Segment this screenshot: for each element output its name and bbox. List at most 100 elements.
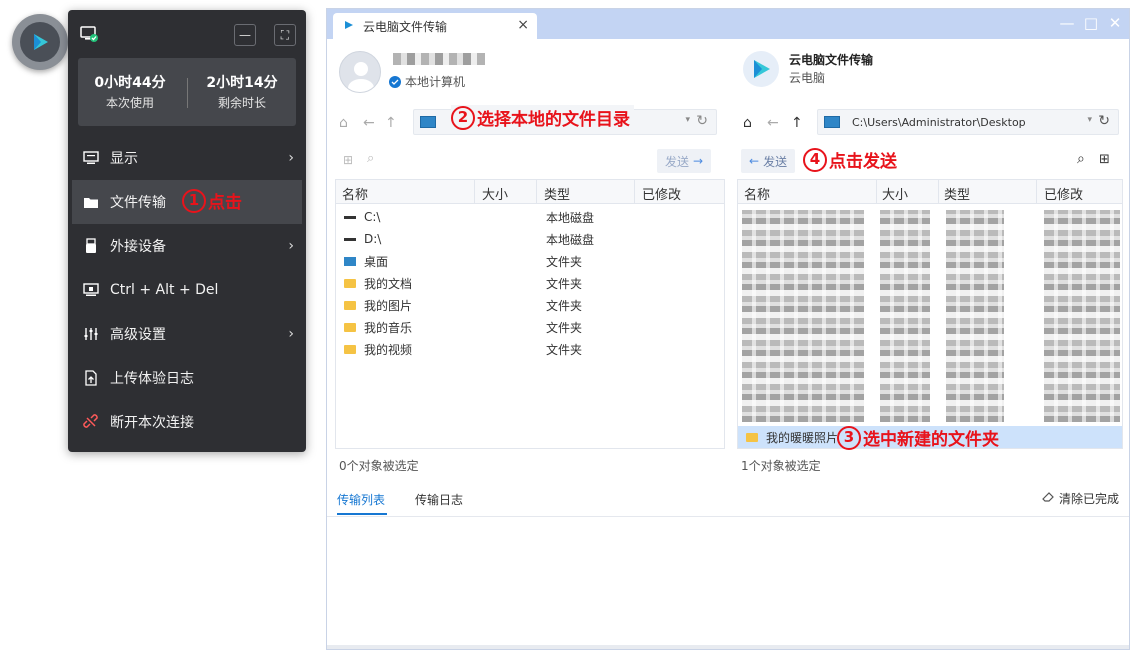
- menu-item-ctrl-alt-del[interactable]: Ctrl + Alt + Del: [68, 268, 306, 312]
- send-label: 发送: [763, 154, 788, 169]
- window-titlebar: 云电脑文件传输 × — □ ✕: [327, 9, 1129, 39]
- desktop-folder-icon: [344, 256, 356, 266]
- dropdown-icon[interactable]: ▾: [685, 115, 690, 125]
- home-icon[interactable]: ⌂: [743, 115, 752, 131]
- column-name[interactable]: 名称: [342, 184, 368, 203]
- local-pane-header: 本地计算机: [327, 39, 729, 99]
- clear-completed-button[interactable]: 清除已完成: [1042, 490, 1119, 507]
- dropdown-icon[interactable]: ▾: [1087, 115, 1092, 125]
- blurred-file-types: [946, 210, 1004, 422]
- blurred-username: [393, 53, 485, 65]
- folder-icon: [746, 432, 758, 442]
- menu-item-external-devices[interactable]: 外接设备 ›: [68, 224, 306, 268]
- annotation-number: 3: [837, 425, 861, 450]
- file-type: 文件夹: [546, 342, 583, 357]
- remote-address-text: C:\Users\Administrator\Desktop: [852, 115, 1026, 129]
- remote-address-bar[interactable]: C:\Users\Administrator\Desktop ▾ ↻: [817, 109, 1119, 135]
- file-name: 桌面: [364, 254, 389, 269]
- window-minimize-button[interactable]: —: [1057, 14, 1077, 32]
- file-name: 我的音乐: [364, 320, 413, 335]
- local-toolbar: ⊞ ⌕ 发送 →: [327, 147, 729, 177]
- column-size[interactable]: 大小: [882, 184, 908, 203]
- usage-used-label: 本次使用: [105, 96, 154, 110]
- drive-icon: [344, 215, 356, 219]
- remote-selection-status: 1个对象被选定: [741, 459, 821, 473]
- app-tab-icon: [343, 19, 355, 34]
- table-row[interactable]: 我的音乐 文件夹: [336, 316, 724, 338]
- annotation-text: 选中新建的文件夹: [863, 430, 999, 450]
- back-arrow-icon[interactable]: ←: [363, 115, 375, 131]
- chevron-right-icon: ›: [288, 238, 294, 254]
- annotation-number: 2: [451, 105, 475, 130]
- tab-file-transfer[interactable]: 云电脑文件传输 ×: [333, 13, 537, 39]
- verified-icon: [389, 75, 401, 88]
- usage-remaining-label: 剩余时长: [217, 96, 266, 110]
- new-folder-icon[interactable]: ⊞: [1099, 152, 1110, 167]
- annotation-text: 选择本地的文件目录: [477, 110, 630, 130]
- broken-link-icon: [82, 413, 100, 431]
- menu-item-label: 文件传输: [110, 195, 166, 211]
- menu-item-disconnect[interactable]: 断开本次连接: [68, 400, 306, 444]
- menu-minimize-button[interactable]: —: [234, 24, 256, 46]
- menu-item-upload-log[interactable]: 上传体验日志: [68, 356, 306, 400]
- file-name: 我的暖暖照片: [766, 430, 839, 445]
- refresh-icon[interactable]: ↻: [696, 113, 708, 129]
- monitor-lock-icon: [82, 281, 100, 299]
- window-maximize-button[interactable]: □: [1081, 14, 1101, 32]
- up-arrow-icon[interactable]: ↑: [385, 115, 397, 131]
- local-list-header: 名称 大小 类型 已修改: [336, 180, 724, 204]
- tab-close-icon[interactable]: ×: [517, 17, 529, 33]
- cloud-pc-logo-icon: [743, 51, 779, 87]
- tab-transfer-log[interactable]: 传输日志: [415, 491, 463, 508]
- menu-item-display[interactable]: 显示 ›: [68, 136, 306, 180]
- column-size[interactable]: 大小: [482, 184, 508, 203]
- table-row[interactable]: C:\ 本地磁盘: [336, 206, 724, 228]
- eraser-icon: [1042, 491, 1055, 506]
- drive-icon: [344, 237, 356, 241]
- up-arrow-icon[interactable]: ↑: [791, 115, 803, 131]
- menu-item-label: 上传体验日志: [110, 371, 194, 387]
- new-folder-icon[interactable]: ⊞: [343, 153, 353, 167]
- column-name[interactable]: 名称: [744, 184, 770, 203]
- menu-header: — ⛶: [68, 10, 306, 56]
- remote-send-button[interactable]: ← 发送: [741, 149, 796, 173]
- tab-title: 云电脑文件传输: [363, 19, 448, 34]
- column-type[interactable]: 类型: [944, 184, 970, 203]
- window-close-button[interactable]: ✕: [1105, 14, 1125, 32]
- file-type: 文件夹: [546, 254, 583, 269]
- tab-transfer-list[interactable]: 传输列表: [337, 491, 385, 508]
- table-row[interactable]: 我的图片 文件夹: [336, 294, 724, 316]
- back-arrow-icon[interactable]: ←: [767, 115, 779, 131]
- file-type: 本地磁盘: [546, 232, 595, 247]
- menu-item-label: 外接设备: [110, 239, 166, 255]
- search-icon[interactable]: ⌕: [1077, 151, 1085, 167]
- file-name: 我的文档: [364, 276, 413, 291]
- local-file-list: 名称 大小 类型 已修改 C:\ 本地磁盘 D:\ 本地磁盘 桌面 文件夹 我的…: [335, 179, 725, 449]
- file-type: 文件夹: [546, 276, 583, 291]
- refresh-icon[interactable]: ↻: [1098, 113, 1110, 129]
- usage-used: 0小时44分 本次使用: [78, 72, 182, 111]
- column-modified[interactable]: 已修改: [642, 184, 681, 203]
- local-send-button[interactable]: 发送 →: [657, 149, 712, 173]
- sliders-icon: [82, 325, 100, 343]
- search-icon[interactable]: ⌕: [367, 151, 374, 166]
- control-menu: — ⛶ 0小时44分 本次使用 2小时14分 剩余时长 显示 › 文件传输 外接…: [68, 10, 306, 452]
- horizontal-scrollbar[interactable]: [327, 645, 1129, 649]
- table-row[interactable]: D:\ 本地磁盘: [336, 228, 724, 250]
- column-modified[interactable]: 已修改: [1044, 184, 1083, 203]
- blurred-file-names: [742, 210, 864, 422]
- menu-item-label: 显示: [110, 151, 138, 167]
- file-name: D:\: [364, 232, 382, 246]
- menu-fullscreen-button[interactable]: ⛶: [274, 24, 296, 46]
- file-type: 文件夹: [546, 320, 583, 335]
- menu-item-advanced-settings[interactable]: 高级设置 ›: [68, 312, 306, 356]
- annotation-text: 点击发送: [829, 152, 897, 172]
- app-floating-button[interactable]: [12, 14, 68, 70]
- table-row[interactable]: 桌面 文件夹: [336, 250, 724, 272]
- table-row[interactable]: 我的视频 文件夹: [336, 338, 724, 360]
- table-row[interactable]: 我的文档 文件夹: [336, 272, 724, 294]
- home-icon[interactable]: ⌂: [339, 115, 348, 131]
- remote-list-header: 名称 大小 类型 已修改: [738, 180, 1122, 204]
- annotation-text: 点击: [208, 193, 242, 213]
- column-type[interactable]: 类型: [544, 184, 570, 203]
